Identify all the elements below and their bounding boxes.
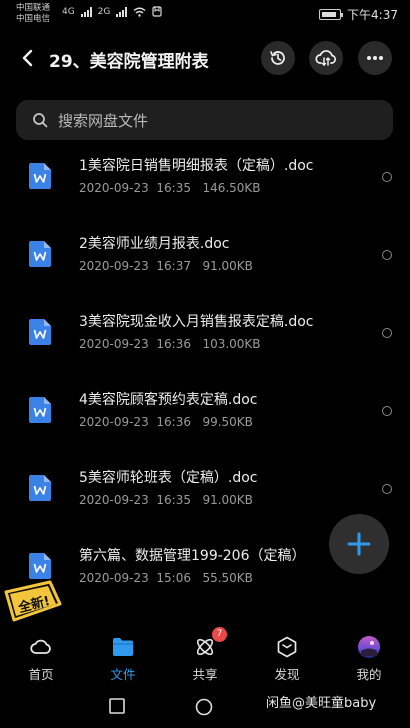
file-item[interactable]: 4美容院顾客预约表定稿.doc 2020-09-23 16:36 99.50KB bbox=[0, 380, 410, 458]
file-date: 2020-09-23 bbox=[79, 415, 149, 429]
nav-discover[interactable]: 发现 bbox=[257, 630, 317, 682]
word-doc-icon bbox=[29, 475, 51, 501]
more-button[interactable] bbox=[358, 41, 392, 75]
avatar-icon bbox=[358, 636, 380, 658]
share-atom-icon bbox=[196, 638, 214, 656]
carrier-2: 中国电信 bbox=[16, 14, 51, 24]
file-date: 2020-09-23 bbox=[79, 181, 149, 195]
file-time: 15:06 bbox=[156, 571, 191, 585]
nav-home[interactable]: 首页 bbox=[11, 630, 71, 682]
file-size: 91.00KB bbox=[202, 259, 253, 273]
file-meta: 2020-09-23 16:36 99.50KB bbox=[79, 415, 253, 429]
nav-label: 共享 bbox=[192, 667, 218, 682]
file-date: 2020-09-23 bbox=[79, 259, 149, 273]
file-time: 16:35 bbox=[156, 493, 191, 507]
discover-cube-icon bbox=[277, 636, 297, 658]
watermark: 闲鱼@美旺童baby bbox=[266, 696, 377, 711]
file-name: 3美容院现金收入月销售报表定稿.doc bbox=[79, 314, 314, 330]
home-circle-icon[interactable] bbox=[195, 698, 213, 716]
history-button[interactable] bbox=[261, 41, 295, 75]
file-meta: 2020-09-23 15:06 55.50KB bbox=[79, 571, 253, 585]
signal-icon-2 bbox=[116, 6, 128, 17]
file-date: 2020-09-23 bbox=[79, 493, 149, 507]
file-date: 2020-09-23 bbox=[79, 571, 149, 585]
cloud-transfer-icon bbox=[315, 50, 336, 67]
add-button[interactable] bbox=[329, 514, 389, 574]
page-title: 29、美容院管理附表 bbox=[49, 52, 209, 72]
word-doc-icon bbox=[29, 163, 51, 189]
history-icon bbox=[270, 51, 285, 65]
word-doc-icon bbox=[29, 241, 51, 267]
search-icon bbox=[33, 113, 48, 128]
recent-apps-icon[interactable] bbox=[109, 698, 125, 714]
nav-label: 我的 bbox=[356, 667, 382, 682]
carrier-1: 中国联通 bbox=[16, 3, 51, 13]
file-time: 16:36 bbox=[156, 337, 191, 351]
file-name: 1美容院日销售明细报表（定稿）.doc bbox=[79, 158, 314, 174]
file-name: 5美容师轮班表（定稿）.doc bbox=[79, 470, 258, 486]
file-time: 16:35 bbox=[156, 181, 191, 195]
nav-files[interactable]: 文件 bbox=[93, 630, 153, 682]
notification-badge: 7 bbox=[212, 627, 227, 642]
file-meta: 2020-09-23 16:35 91.00KB bbox=[79, 493, 253, 507]
select-checkbox[interactable] bbox=[382, 172, 392, 182]
file-size: 146.50KB bbox=[202, 181, 261, 195]
file-size: 103.00KB bbox=[202, 337, 261, 351]
header: 29、美容院管理附表 bbox=[0, 36, 410, 80]
file-time: 16:36 bbox=[156, 415, 191, 429]
nav-profile[interactable]: 我的 bbox=[339, 630, 399, 682]
file-size: 99.50KB bbox=[202, 415, 253, 429]
select-checkbox[interactable] bbox=[382, 484, 392, 494]
transfer-button[interactable] bbox=[309, 41, 343, 75]
wifi-icon bbox=[133, 7, 146, 17]
carrier-info: 中国联通 中国电信 bbox=[16, 3, 50, 25]
status-bar: 中国联通 中国电信 4G 2G 下午4:37 bbox=[0, 0, 410, 30]
file-meta: 2020-09-23 16:36 103.00KB bbox=[79, 337, 261, 351]
network-type-2: 2G bbox=[97, 6, 111, 17]
file-size: 55.50KB bbox=[202, 571, 253, 585]
select-checkbox[interactable] bbox=[382, 250, 392, 260]
file-item[interactable]: 2美容师业绩月报表.doc 2020-09-23 16:37 91.00KB bbox=[0, 224, 410, 302]
status-right: 下午4:37 bbox=[319, 6, 398, 23]
more-icon bbox=[367, 56, 383, 60]
file-date: 2020-09-23 bbox=[79, 337, 149, 351]
bottom-nav: 首页 文件 7 共享 发现 我的 bbox=[0, 627, 410, 682]
file-time: 16:37 bbox=[156, 259, 191, 273]
folder-icon bbox=[113, 638, 133, 656]
signal-indicators: 4G 2G bbox=[62, 6, 163, 17]
nav-share[interactable]: 7 共享 bbox=[175, 627, 235, 682]
file-meta: 2020-09-23 16:37 91.00KB bbox=[79, 259, 253, 273]
app-notification-icon bbox=[152, 6, 163, 17]
network-type-1: 4G bbox=[62, 6, 75, 17]
nav-label: 首页 bbox=[28, 667, 54, 682]
word-doc-icon bbox=[29, 553, 51, 579]
signal-icon bbox=[80, 6, 92, 17]
file-size: 91.00KB bbox=[202, 493, 253, 507]
file-name: 4美容院顾客预约表定稿.doc bbox=[79, 392, 258, 408]
battery-icon bbox=[319, 9, 344, 20]
new-sticker: 全新! bbox=[4, 580, 62, 622]
file-name: 2美容师业绩月报表.doc bbox=[79, 236, 230, 252]
file-name: 第六篇、数据管理199-206（定稿） bbox=[79, 548, 306, 564]
file-item[interactable]: 3美容院现金收入月销售报表定稿.doc 2020-09-23 16:36 103… bbox=[0, 302, 410, 380]
clock: 下午4:37 bbox=[347, 8, 398, 22]
word-doc-icon bbox=[29, 319, 51, 345]
file-item[interactable]: 1美容院日销售明细报表（定稿）.doc 2020-09-23 16:35 146… bbox=[0, 146, 410, 224]
nav-label: 文件 bbox=[110, 667, 136, 682]
search-bar[interactable]: 搜索网盘文件 bbox=[16, 100, 393, 140]
file-meta: 2020-09-23 16:35 146.50KB bbox=[79, 181, 261, 195]
home-cloud-icon bbox=[30, 639, 51, 654]
back-icon[interactable] bbox=[16, 46, 40, 70]
word-doc-icon bbox=[29, 397, 51, 423]
nav-label: 发现 bbox=[274, 667, 300, 682]
search-placeholder: 搜索网盘文件 bbox=[58, 111, 149, 130]
select-checkbox[interactable] bbox=[382, 406, 392, 416]
select-checkbox[interactable] bbox=[382, 328, 392, 338]
plus-icon bbox=[347, 532, 371, 556]
